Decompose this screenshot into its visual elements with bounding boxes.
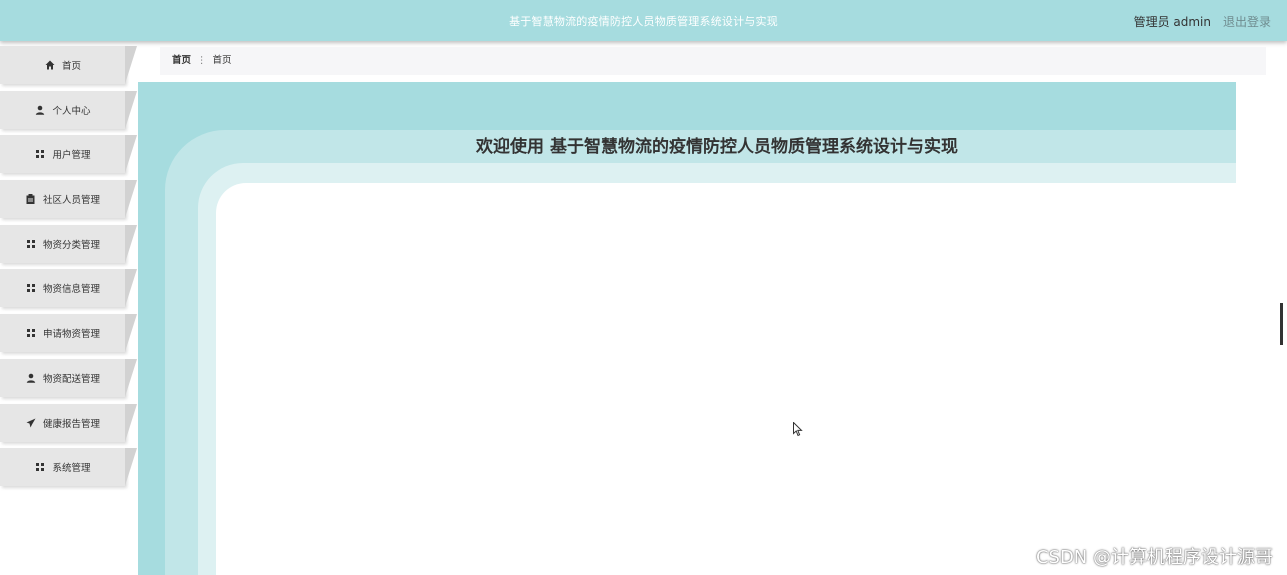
breadcrumb: 首页 ⋮ 首页 <box>160 47 1266 75</box>
sidebar-item-label: 社区人员管理 <box>42 195 100 207</box>
sidebar-item-label: 申请物资管理 <box>42 329 100 341</box>
welcome-title: 欢迎使用 基于智慧物流的疫情防控人员物质管理系统设计与实现 <box>476 137 958 157</box>
grid-icon <box>25 329 37 338</box>
sidebar-item-home[interactable]: 首页 <box>0 46 137 84</box>
grid-icon <box>25 239 37 248</box>
sidebar-item-label: 系统管理 <box>52 463 91 475</box>
app-title: 基于智慧物流的疫情防控人员物质管理系统设计与实现 <box>509 15 778 28</box>
sidebar: 首页 个人中心 用户管理 社区人员管理 物资分类管理 物资信息管理 申请物资管理… <box>0 46 140 493</box>
mouse-cursor-icon <box>793 421 803 441</box>
sidebar-item-user-management[interactable]: 用户管理 <box>0 135 137 174</box>
logout-link[interactable]: 退出登录 <box>1223 13 1271 30</box>
sidebar-item-label: 用户管理 <box>52 150 91 162</box>
send-icon <box>25 418 37 428</box>
sidebar-item-community-personnel[interactable]: 社区人员管理 <box>0 180 137 219</box>
sidebar-item-label: 物资分类管理 <box>42 239 100 251</box>
user-icon <box>34 105 46 115</box>
grid-icon <box>34 463 46 472</box>
sidebar-item-label: 物资信息管理 <box>42 284 100 296</box>
user-label: 管理员 admin <box>1133 15 1211 29</box>
watermark: CSDN @计算机程序设计源哥 <box>1035 547 1273 568</box>
sidebar-item-label: 物资配送管理 <box>42 373 100 385</box>
breadcrumb-separator-icon: ⋮ <box>197 55 207 66</box>
breadcrumb-current: 首页 <box>212 55 232 66</box>
sidebar-item-system-management[interactable]: 系统管理 <box>0 448 137 487</box>
sidebar-item-health-report[interactable]: 健康报告管理 <box>0 403 137 442</box>
sidebar-item-label: 健康报告管理 <box>42 418 100 430</box>
sidebar-item-material-application[interactable]: 申请物资管理 <box>0 314 137 353</box>
sidebar-item-label: 个人中心 <box>52 105 91 117</box>
clipboard-icon <box>25 194 37 205</box>
scrollbar-handle[interactable] <box>1280 303 1283 345</box>
sidebar-item-personal-center[interactable]: 个人中心 <box>0 90 137 129</box>
sidebar-item-material-delivery[interactable]: 物资配送管理 <box>0 358 137 397</box>
sidebar-item-label: 首页 <box>61 61 81 72</box>
grid-icon <box>25 284 37 293</box>
sidebar-item-material-info[interactable]: 物资信息管理 <box>0 269 137 308</box>
home-icon <box>44 60 56 70</box>
grid-icon <box>34 150 46 159</box>
user-icon <box>25 373 37 383</box>
main-content-area <box>216 183 1276 575</box>
top-bar: 基于智慧物流的疫情防控人员物质管理系统设计与实现 管理员 admin 退出登录 <box>0 0 1287 41</box>
breadcrumb-home[interactable]: 首页 <box>172 55 191 66</box>
sidebar-item-material-category[interactable]: 物资分类管理 <box>0 224 137 263</box>
